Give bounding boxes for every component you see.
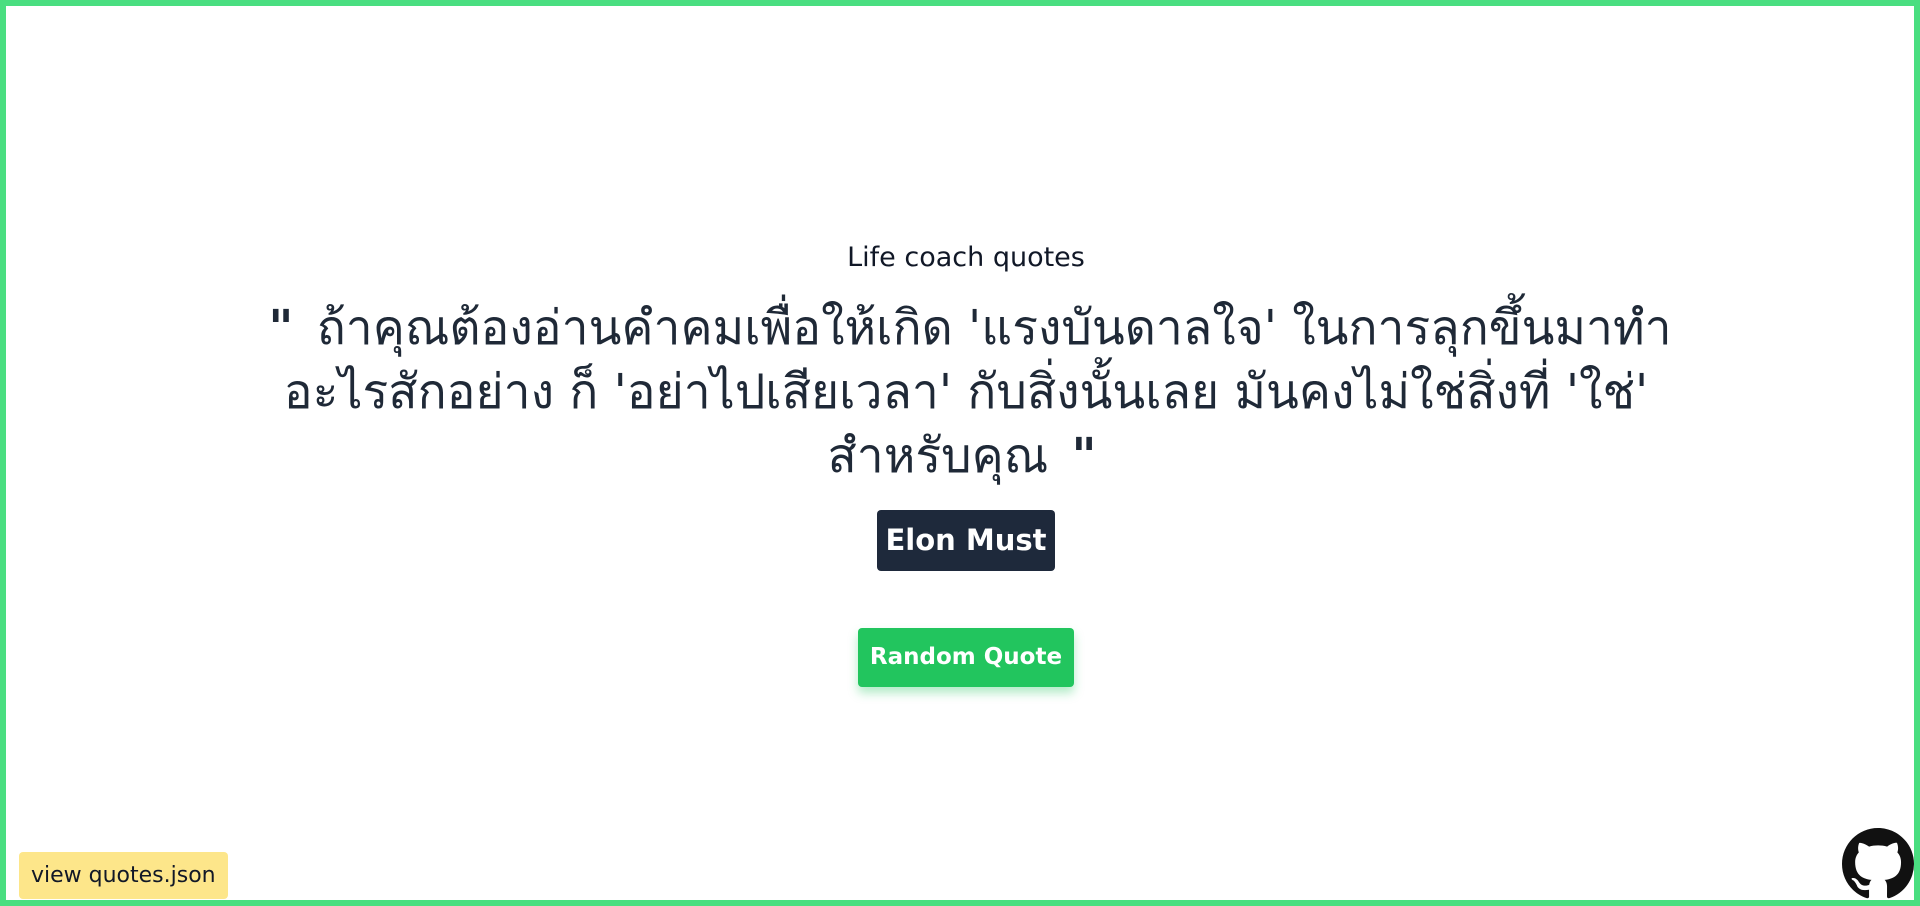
author-badge: Elon Must bbox=[877, 510, 1055, 571]
button-wrap: Random Quote bbox=[6, 628, 1920, 687]
page-subtitle: Life coach quotes bbox=[847, 242, 1085, 273]
random-quote-button[interactable]: Random Quote bbox=[857, 628, 1075, 687]
open-quote-mark: " bbox=[268, 300, 294, 356]
quote-text-block: " ถ้าคุณต้องอ่านคำคมเพื่อให้เกิด 'แรงบัน… bbox=[246, 296, 1686, 488]
close-quote-mark: " bbox=[1071, 428, 1097, 484]
view-quotes-json-link[interactable]: view quotes.json bbox=[19, 852, 228, 899]
quote-text: ถ้าคุณต้องอ่านคำคมเพื่อให้เกิด 'แรงบันดา… bbox=[283, 300, 1672, 484]
page-frame: Life coach quotes " ถ้าคุณต้องอ่านคำคมเพ… bbox=[0, 0, 1920, 906]
github-icon[interactable] bbox=[1842, 828, 1914, 900]
author-wrap: Elon Must bbox=[6, 510, 1920, 572]
main-content: Life coach quotes " ถ้าคุณต้องอ่านคำคมเพ… bbox=[6, 238, 1920, 687]
github-icon-svg bbox=[1842, 828, 1914, 899]
